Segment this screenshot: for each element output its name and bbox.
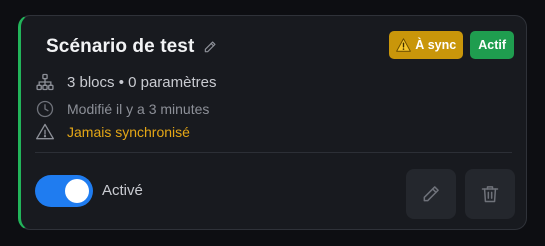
modified-info: Modifié il y a 3 minutes — [35, 99, 209, 119]
pencil-icon[interactable] — [203, 40, 217, 54]
delete-button[interactable] — [465, 169, 515, 219]
clock-icon — [35, 99, 55, 119]
active-toggle[interactable] — [35, 175, 93, 207]
sync-badge: À sync — [389, 31, 464, 59]
blocks-count: 3 blocs • 0 paramètres — [67, 73, 217, 91]
toggle-label: Activé — [102, 182, 143, 199]
card-header: Scénario de test — [46, 36, 217, 58]
scenario-card: Scénario de test À sync Actif 3 blocs • … — [18, 15, 527, 230]
trash-icon — [480, 184, 500, 204]
sync-status-text: Jamais synchronisé — [67, 124, 190, 140]
blocks-info: 3 blocs • 0 paramètres — [35, 72, 217, 92]
sitemap-icon — [35, 72, 55, 92]
divider — [35, 152, 512, 153]
pencil-icon — [421, 184, 441, 204]
warning-icon — [35, 122, 55, 142]
status-badge-label: Actif — [478, 38, 506, 52]
sync-status-info: Jamais synchronisé — [35, 122, 190, 142]
scenario-title: Scénario de test — [46, 36, 195, 57]
modified-time: Modifié il y a 3 minutes — [67, 101, 210, 117]
toggle-knob — [65, 179, 89, 203]
sync-badge-label: À sync — [415, 38, 457, 52]
edit-button[interactable] — [406, 169, 456, 219]
status-badge: Actif — [470, 31, 514, 59]
warning-icon — [396, 38, 412, 52]
status-badges: À sync Actif — [389, 31, 514, 59]
